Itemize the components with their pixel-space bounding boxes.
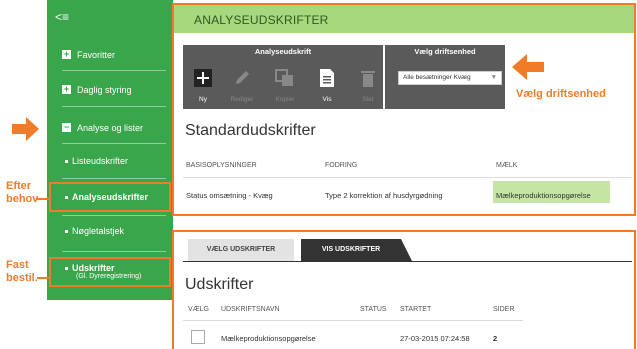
- udskrifter-panel: VÆLG UDSKRIFTER VIS UDSKRIFTER Udskrifte…: [172, 230, 636, 349]
- annotation-fast-bestil: Fast bestil.: [6, 259, 38, 284]
- sidebar-item-label: Favoritter: [77, 50, 116, 60]
- report-started: 27-03-2015 07:24:58: [400, 334, 470, 343]
- column-header: STARTET: [400, 306, 432, 313]
- toolbar-group-title: Analyseudskrift: [254, 47, 312, 56]
- bullet-icon: [65, 267, 68, 270]
- pencil-icon: [236, 71, 249, 84]
- bullet-icon: [65, 230, 68, 233]
- divider: [183, 177, 632, 178]
- sidebar-item-label: Listeudskrifter: [72, 156, 129, 166]
- sidebar-item-favoritter[interactable]: + Favoritter: [47, 48, 173, 64]
- driftsenhed-select[interactable]: Alle besætninger Kvæg ▼: [398, 71, 502, 85]
- toolbar-group-title: Vælg driftsenhed: [414, 47, 476, 56]
- annotation-vaelg-driftsenhed: Vælg driftsenhed: [516, 88, 606, 100]
- sidebar-item-udskrifter[interactable]: Udskrifter (Gl. Dyreregistrering): [47, 262, 173, 284]
- analyse-panel: ANALYSEUDSKRIFTER Analyseudskrift Vælg d…: [172, 3, 636, 216]
- tab-vaelg-udskrifter[interactable]: VÆLG UDSKRIFTER: [188, 239, 294, 261]
- annotation-connector: [37, 277, 51, 279]
- sidebar-item-label: Analyse og lister: [77, 123, 144, 133]
- delete-button[interactable]: Slet: [355, 69, 381, 103]
- new-button[interactable]: Ny: [190, 69, 216, 103]
- report-link[interactable]: Type 2 korrektion af husdyrgødning: [325, 191, 443, 200]
- sidebar-item-listeudskrifter[interactable]: Listeudskrifter: [47, 155, 173, 169]
- arrow-left-icon: [512, 54, 544, 80]
- collapse-icon: −: [62, 122, 71, 132]
- column-header: MÆLK: [496, 162, 518, 169]
- sidebar: <≡ + Favoritter + Daglig styring − Analy…: [47, 0, 173, 300]
- divider: [62, 251, 166, 252]
- divider: [62, 70, 166, 71]
- section-title: Standardudskrifter: [185, 122, 316, 139]
- divider: [383, 45, 385, 109]
- edit-button[interactable]: Rediger: [229, 69, 255, 103]
- bullet-icon: [65, 160, 68, 163]
- select-checkbox[interactable]: [191, 330, 205, 344]
- column-header: VÆLG: [188, 306, 210, 313]
- divider: [62, 106, 166, 107]
- report-link[interactable]: Mælkeproduktionsopgørelse: [496, 191, 591, 200]
- expand-icon: +: [62, 49, 71, 59]
- sidebar-item-label: Nøgletalstjek: [72, 226, 125, 236]
- page-title: ANALYSEUDSKRIFTER: [194, 13, 329, 27]
- sidebar-item-analyse-og-lister[interactable]: − Analyse og lister: [47, 121, 173, 137]
- chevron-down-icon: ▼: [490, 74, 497, 81]
- trash-icon: [361, 71, 375, 87]
- copy-icon: [275, 69, 293, 86]
- column-header: FODRING: [325, 162, 358, 169]
- annotation-connector: [37, 198, 51, 200]
- report-link[interactable]: Status omsætning - Kvæg: [186, 191, 273, 200]
- divider: [62, 143, 166, 144]
- view-button[interactable]: Vis: [314, 69, 340, 103]
- column-header: STATUS: [360, 306, 387, 313]
- column-header: BASISOPLYSNINGER: [186, 162, 257, 169]
- divider: [183, 261, 632, 262]
- copy-button[interactable]: Kopier: [272, 69, 298, 103]
- arrow-right-icon: [12, 117, 39, 141]
- section-title: Udskrifter: [185, 276, 254, 293]
- sidebar-item-daglig-styring[interactable]: + Daglig styring: [47, 83, 173, 99]
- select-value: Alle besætninger Kvæg: [403, 74, 471, 81]
- collapse-menu-icon[interactable]: <≡: [55, 10, 69, 24]
- divider: [62, 178, 166, 179]
- divider: [62, 215, 166, 216]
- column-header: UDSKRIFTSNAVN: [221, 306, 280, 313]
- plus-icon: [194, 69, 212, 87]
- sidebar-item-label: Analyseudskrifter: [72, 192, 149, 202]
- document-icon: [320, 69, 334, 87]
- sidebar-item-noegletalstjek[interactable]: Nøgletalstjek: [47, 225, 173, 239]
- page-header: ANALYSEUDSKRIFTER: [174, 5, 634, 33]
- expand-icon: +: [62, 84, 71, 94]
- tab-vis-udskrifter[interactable]: VIS UDSKRIFTER: [301, 239, 401, 261]
- sidebar-item-sublabel: (Gl. Dyreregistrering): [76, 273, 142, 280]
- sidebar-item-label: Udskrifter: [72, 263, 115, 273]
- report-name[interactable]: Mælkeproduktionsopgørelse: [221, 334, 316, 343]
- divider: [183, 320, 523, 321]
- sidebar-item-label: Daglig styring: [77, 85, 132, 95]
- sidebar-item-analyseudskrifter[interactable]: Analyseudskrifter: [47, 191, 173, 205]
- annotation-efter-behov: Efter behov: [6, 180, 39, 205]
- bullet-icon: [65, 196, 68, 199]
- column-header: SIDER: [493, 306, 515, 313]
- report-pages: 2: [493, 334, 498, 343]
